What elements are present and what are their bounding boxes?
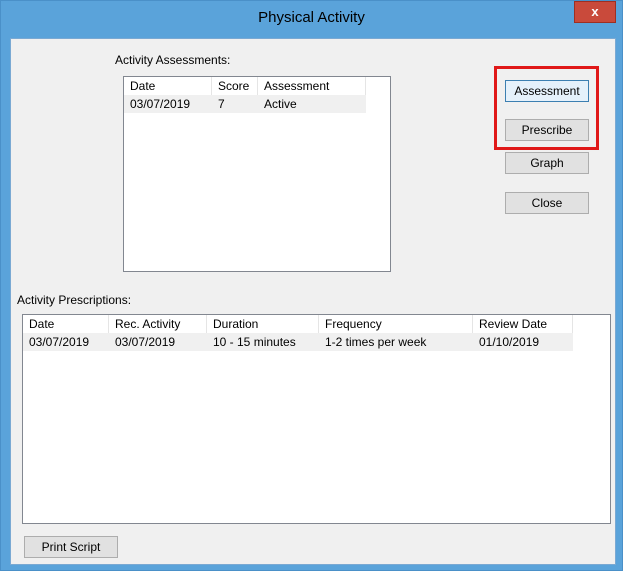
prescriptions-header-duration[interactable]: Duration: [207, 315, 319, 333]
title-bar[interactable]: Physical Activity x: [1, 1, 622, 33]
prescriptions-header-review-date[interactable]: Review Date: [473, 315, 573, 333]
assessment-score-cell: 7: [218, 97, 225, 111]
prescriptions-list[interactable]: Date Rec. Activity Duration Frequency Re…: [22, 314, 611, 524]
table-row[interactable]: 03/07/2019 03/07/2019 10 - 15 minutes 1-…: [23, 333, 573, 351]
prescribe-button[interactable]: Prescribe: [505, 119, 589, 141]
window-title: Physical Activity: [258, 9, 365, 26]
assessment-button[interactable]: Assessment: [505, 80, 589, 102]
prescriptions-header-frequency[interactable]: Frequency: [319, 315, 473, 333]
prescriptions-label: Activity Prescriptions:: [17, 293, 132, 307]
prescription-date-cell: 03/07/2019: [29, 335, 90, 349]
graph-button[interactable]: Graph: [505, 152, 589, 174]
prescription-frequency-cell: 1-2 times per week: [325, 335, 427, 349]
dialog-client-area: Activity Assessments: Date Score Assessm…: [10, 38, 616, 565]
table-row[interactable]: 03/07/2019 7 Active: [124, 95, 366, 113]
close-button[interactable]: Close: [505, 192, 589, 214]
prescription-duration-cell: 10 - 15 minutes: [213, 335, 296, 349]
assessments-header-assessment[interactable]: Assessment: [258, 77, 366, 95]
assessments-label: Activity Assessments:: [115, 53, 231, 67]
assessments-header-score[interactable]: Score: [212, 77, 258, 95]
physical-activity-window: Physical Activity x Activity Assessments…: [0, 0, 623, 571]
assessments-list[interactable]: Date Score Assessment 03/07/2019 7 Activ…: [123, 76, 391, 272]
assessments-header-date[interactable]: Date: [124, 77, 212, 95]
prescriptions-header-date[interactable]: Date: [23, 315, 109, 333]
print-script-button[interactable]: Print Script: [24, 536, 118, 558]
prescription-rec-activity-cell: 03/07/2019: [115, 335, 176, 349]
prescriptions-header-rec-activity[interactable]: Rec. Activity: [109, 315, 207, 333]
assessment-date-cell: 03/07/2019: [130, 97, 191, 111]
assessment-result-cell: Active: [264, 97, 297, 111]
prescription-review-date-cell: 01/10/2019: [479, 335, 540, 349]
close-icon[interactable]: x: [574, 1, 616, 23]
